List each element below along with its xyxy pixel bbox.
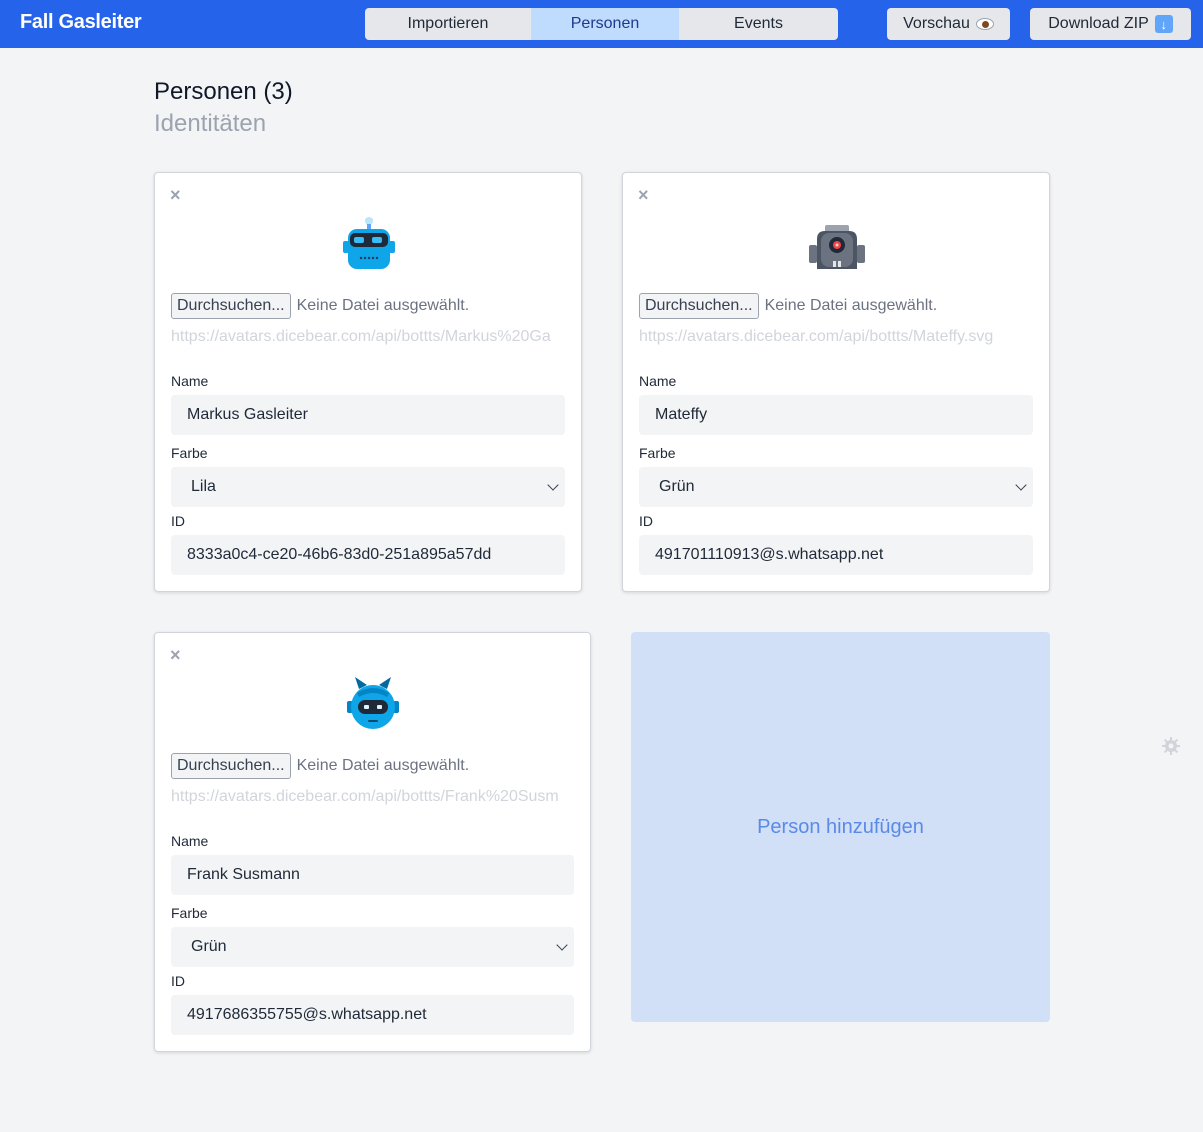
browse-button[interactable]: Durchsuchen...: [639, 293, 759, 319]
tab-importieren[interactable]: Importieren: [365, 8, 531, 40]
file-picker: Durchsuchen... Keine Datei ausgewählt.: [171, 293, 469, 319]
close-icon[interactable]: ×: [170, 646, 181, 664]
tab-personen[interactable]: Personen: [531, 8, 679, 40]
color-select[interactable]: Grün: [171, 927, 574, 967]
color-label: Farbe: [171, 445, 208, 461]
app-title: Fall Gasleiter: [20, 11, 142, 33]
preview-button-label: Vorschau: [903, 15, 970, 32]
name-input[interactable]: Mateffy: [639, 395, 1033, 435]
name-input[interactable]: Frank Susmann: [171, 855, 574, 895]
file-status: Keine Datei ausgewählt.: [764, 297, 938, 314]
avatar-url-input[interactable]: https://avatars.dicebear.com/api/bottts/…: [171, 788, 574, 810]
file-status: Keine Datei ausgewählt.: [296, 757, 470, 774]
browse-button[interactable]: Durchsuchen...: [171, 293, 291, 319]
color-select-value: Grün: [659, 478, 695, 495]
browse-button[interactable]: Durchsuchen...: [171, 753, 291, 779]
tab-bar: Importieren Personen Events: [365, 8, 838, 40]
preview-button[interactable]: Vorschau: [887, 8, 1010, 40]
id-label: ID: [171, 513, 185, 529]
close-icon[interactable]: ×: [638, 186, 649, 204]
color-label: Farbe: [639, 445, 676, 461]
person-card: × Durchsuchen... Keine Datei ausgewählt.…: [622, 172, 1050, 592]
file-picker: Durchsuchen... Keine Datei ausgewählt.: [171, 753, 469, 779]
avatar-url-input[interactable]: https://avatars.dicebear.com/api/bottts/…: [639, 328, 1033, 350]
page-title: Personen (3): [154, 78, 293, 105]
robot-avatar-icon: [347, 677, 399, 729]
robot-avatar-icon: [343, 217, 395, 269]
name-label: Name: [171, 373, 209, 389]
top-bar: Fall Gasleiter Importieren Personen Even…: [0, 0, 1203, 48]
robot-avatar-icon: [809, 225, 865, 269]
eye-icon: [975, 18, 994, 30]
color-select-value: Lila: [191, 478, 216, 495]
add-person-button[interactable]: Person hinzufügen: [631, 632, 1050, 1022]
color-select[interactable]: Lila: [171, 467, 565, 507]
down-arrow-icon: ↓: [1154, 15, 1173, 33]
chevron-down-icon: [556, 939, 568, 951]
gear-icon[interactable]: [1161, 736, 1181, 756]
download-zip-button[interactable]: Download ZIP ↓: [1030, 8, 1191, 40]
name-label: Name: [639, 373, 677, 389]
chevron-down-icon: [547, 479, 559, 491]
color-label: Farbe: [171, 905, 208, 921]
name-label: Name: [171, 833, 209, 849]
file-status: Keine Datei ausgewählt.: [296, 297, 470, 314]
close-icon[interactable]: ×: [170, 186, 181, 204]
add-person-label: Person hinzufügen: [757, 815, 924, 838]
id-input[interactable]: 8333a0c4-ce20-46b6-83d0-251a895a57dd: [171, 535, 565, 575]
id-label: ID: [171, 973, 185, 989]
avatar-url-input[interactable]: https://avatars.dicebear.com/api/bottts/…: [171, 328, 565, 350]
color-select-value: Grün: [191, 938, 227, 955]
id-label: ID: [639, 513, 653, 529]
person-card: × Durchsuchen... Keine Datei ausgewählt.…: [154, 172, 582, 592]
page-subtitle: Identitäten: [154, 110, 267, 137]
id-input[interactable]: 491701110913@s.whatsapp.net: [639, 535, 1033, 575]
id-input[interactable]: 4917686355755@s.whatsapp.net: [171, 995, 574, 1035]
download-zip-label: Download ZIP: [1048, 15, 1149, 32]
file-picker: Durchsuchen... Keine Datei ausgewählt.: [639, 293, 937, 319]
person-card: × Durchsuchen... Keine Datei ausgewählt.…: [154, 632, 591, 1052]
chevron-down-icon: [1015, 479, 1027, 491]
tab-events[interactable]: Events: [679, 8, 838, 40]
color-select[interactable]: Grün: [639, 467, 1033, 507]
name-input[interactable]: Markus Gasleiter: [171, 395, 565, 435]
